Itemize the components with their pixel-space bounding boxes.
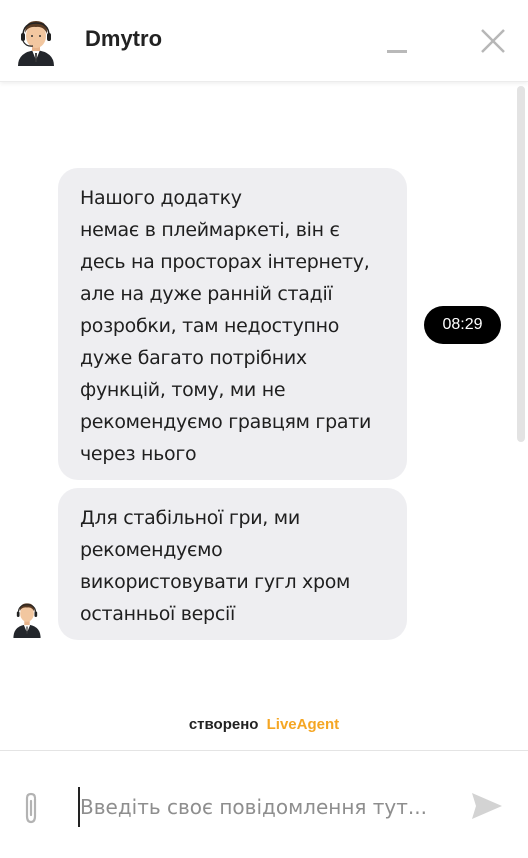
chat-scrollbar[interactable] xyxy=(517,86,525,442)
message-bubble: Нашого додатку немає в плеймаркеті, він … xyxy=(58,168,407,480)
paperclip-icon[interactable] xyxy=(20,791,42,825)
powered-by: створено LiveAgent xyxy=(0,716,528,733)
message-line: рекомендуємо гравцям грати xyxy=(80,411,372,433)
message-line: використовувати гугл хром xyxy=(80,571,351,593)
agent-name: Dmytro xyxy=(85,26,163,51)
minimize-icon xyxy=(387,50,407,53)
message-line: через нього xyxy=(80,443,197,465)
liveagent-link[interactable]: LiveAgent xyxy=(267,716,340,733)
send-icon[interactable] xyxy=(470,791,504,821)
message-input[interactable] xyxy=(78,787,448,827)
message-line: Для стабільної гри, ми xyxy=(80,507,300,529)
chat-header: Dmytro xyxy=(0,0,528,82)
agent-avatar-icon xyxy=(18,21,54,66)
minimize-button[interactable] xyxy=(384,38,410,58)
message-line: функцій, тому, ми не xyxy=(80,379,286,401)
message-line: Нашого додатку xyxy=(80,187,242,209)
message-line: немає в плеймаркеті, він є xyxy=(80,219,340,241)
message-line: останньої версії xyxy=(80,603,235,625)
message-composer xyxy=(0,750,528,858)
message-line: рекомендуємо xyxy=(80,539,223,561)
close-icon[interactable] xyxy=(478,26,508,56)
message-bubble: Для стабільної гри, ми рекомендуємо вико… xyxy=(58,488,407,640)
message-timestamp: 08:29 xyxy=(424,306,501,344)
message-line: десь на просторах інтернету, xyxy=(80,251,370,273)
message-line: дуже багато потрібних xyxy=(80,347,307,369)
agent-avatar-icon xyxy=(13,603,41,638)
message-line: розробки, там недоступно xyxy=(80,315,340,337)
message-line: але на дуже ранній стадії xyxy=(80,283,333,305)
powered-by-prefix: створено xyxy=(188,716,259,733)
